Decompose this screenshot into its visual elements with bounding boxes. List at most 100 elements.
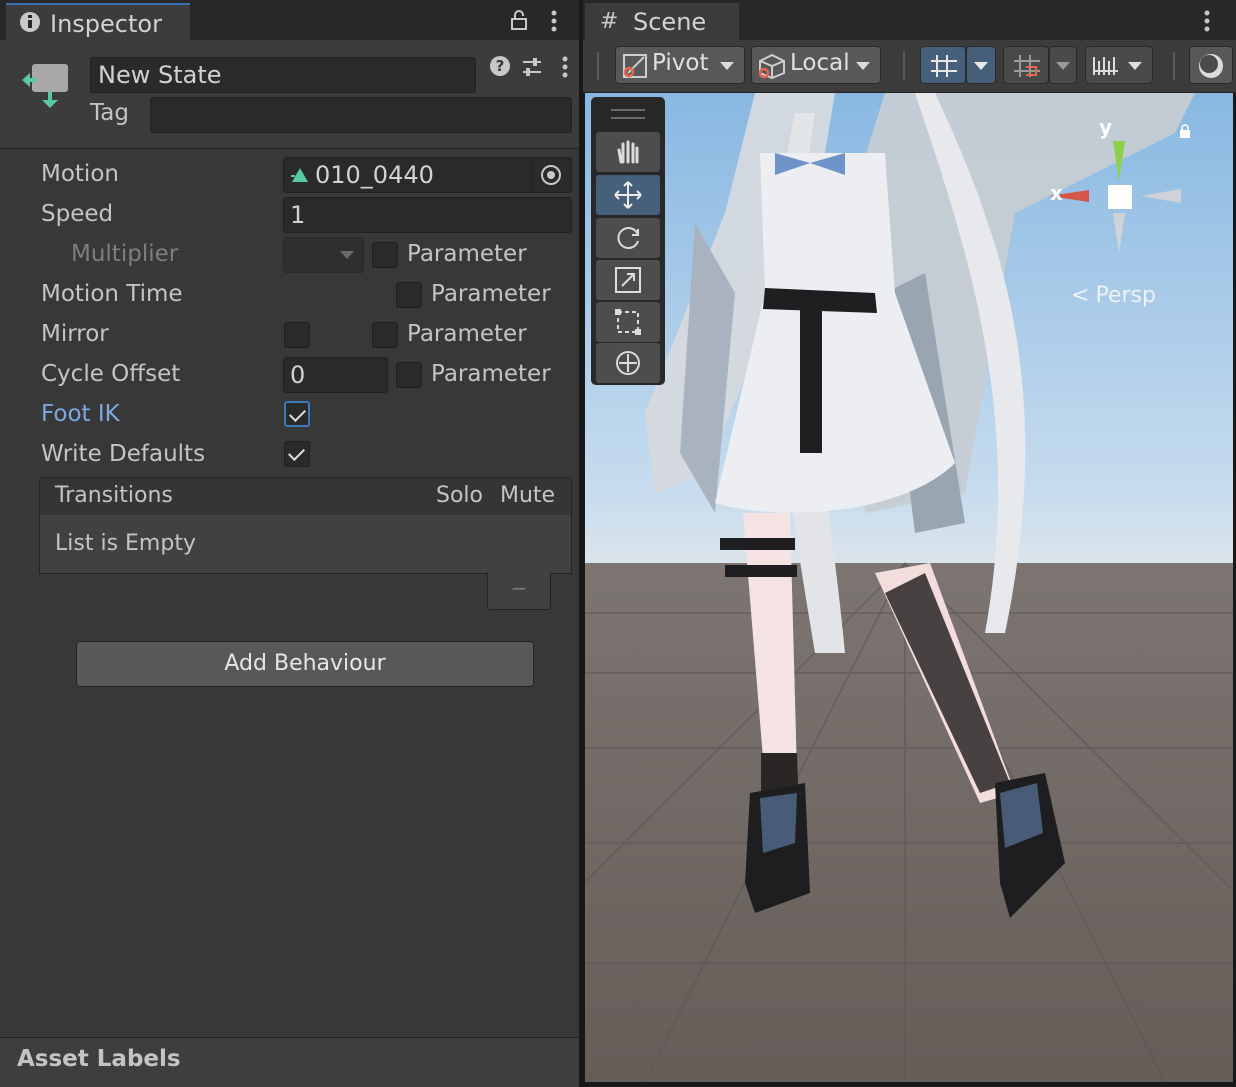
move-tool[interactable] bbox=[596, 175, 660, 215]
tab-scene[interactable]: # Scene bbox=[585, 3, 739, 40]
persp-label[interactable]: < Persp bbox=[1071, 283, 1156, 308]
scale-tool[interactable] bbox=[596, 260, 660, 300]
gizmo-x-label: x bbox=[1050, 181, 1063, 205]
motion-time-label: Motion Time bbox=[41, 281, 183, 307]
animation-clip-icon bbox=[291, 168, 308, 182]
transitions-mute-label: Mute bbox=[500, 483, 556, 508]
help-icon[interactable]: ? bbox=[490, 56, 510, 76]
speed-field[interactable]: 1 bbox=[283, 197, 572, 233]
toolbar-grip bbox=[597, 52, 601, 80]
info-icon bbox=[20, 12, 40, 32]
asset-labels-footer[interactable]: Asset Labels bbox=[0, 1037, 579, 1087]
transitions-solo-label: Solo bbox=[436, 483, 483, 508]
rect-icon bbox=[615, 309, 641, 335]
transitions-empty-text: List is Empty bbox=[55, 531, 196, 556]
increment-snap-dropdown[interactable] bbox=[1049, 46, 1077, 84]
write-defaults-label: Write Defaults bbox=[41, 441, 206, 467]
dropdown-arrow-icon bbox=[340, 251, 354, 259]
pivot-icon bbox=[623, 54, 647, 78]
foot-ik-checkbox[interactable] bbox=[284, 401, 310, 427]
grid-snap-icon bbox=[931, 55, 957, 77]
mirror-parameter-checkbox[interactable] bbox=[372, 322, 398, 348]
cycle-offset-field[interactable]: 0 bbox=[283, 357, 388, 393]
transitions-remove-button[interactable]: − bbox=[487, 573, 551, 610]
transitions-list: List is Empty bbox=[39, 515, 572, 574]
transitions-title: Transitions bbox=[55, 483, 173, 508]
cycle-offset-label: Cycle Offset bbox=[41, 361, 181, 387]
motion-time-parameter-checkbox[interactable] bbox=[396, 282, 422, 308]
component-menu-icon[interactable] bbox=[561, 56, 569, 78]
tool-strip bbox=[591, 97, 665, 385]
speed-label: Speed bbox=[41, 201, 114, 227]
tab-scene-label: Scene bbox=[633, 8, 707, 36]
hand-tool[interactable] bbox=[596, 132, 660, 172]
dropdown-arrow-icon bbox=[720, 62, 734, 70]
scale-icon bbox=[615, 267, 641, 293]
transitions-header: Transitions Solo Mute bbox=[39, 477, 572, 516]
mirror-checkbox[interactable] bbox=[284, 322, 310, 348]
state-header: New State ? Tag bbox=[0, 40, 579, 149]
transform-icon bbox=[616, 351, 640, 375]
mirror-label: Mirror bbox=[41, 321, 109, 347]
mirror-parameter-label: Parameter bbox=[407, 321, 527, 347]
local-cube-icon bbox=[758, 53, 785, 79]
kebab-menu-icon[interactable] bbox=[550, 10, 558, 32]
dropdown-arrow-icon bbox=[974, 62, 988, 70]
dropdown-arrow-icon bbox=[1128, 62, 1142, 70]
shaded-sphere-icon bbox=[1199, 54, 1223, 78]
lock-icon[interactable] bbox=[510, 10, 528, 30]
tag-label: Tag bbox=[90, 100, 129, 126]
multiplier-parameter-checkbox[interactable] bbox=[372, 242, 398, 268]
toolbar-grip bbox=[1173, 52, 1177, 80]
grid-hash-icon: # bbox=[600, 9, 619, 34]
scene-panel: # Scene Pivot Local y x < Persp bbox=[583, 0, 1236, 1086]
preset-icon[interactable] bbox=[521, 56, 543, 78]
scene-toolbar: Pivot Local bbox=[583, 40, 1236, 93]
ruler-icon bbox=[1093, 57, 1118, 75]
draw-mode-button[interactable] bbox=[1189, 46, 1233, 84]
rotate-icon bbox=[617, 227, 639, 249]
motion-label: Motion bbox=[41, 161, 119, 187]
grid-snap-toggle[interactable] bbox=[920, 46, 966, 84]
cycle-offset-parameter-label: Parameter bbox=[431, 361, 551, 387]
local-dropdown[interactable]: Local bbox=[751, 46, 881, 84]
asset-labels-title: Asset Labels bbox=[17, 1046, 181, 1072]
tool-strip-grip[interactable] bbox=[611, 109, 645, 119]
increment-snap-icon bbox=[1014, 55, 1040, 77]
persp-text: Persp bbox=[1095, 283, 1156, 308]
motion-field[interactable]: 010_0440 bbox=[283, 157, 572, 193]
inspector-panel: Inspector New State ? Tag Motion 010_044… bbox=[0, 0, 581, 1087]
hand-icon bbox=[617, 140, 639, 164]
ruler-dropdown[interactable] bbox=[1085, 46, 1153, 84]
scene-render bbox=[585, 93, 1233, 1082]
cycle-offset-parameter-checkbox[interactable] bbox=[396, 362, 422, 388]
gizmo-lock-icon[interactable] bbox=[1179, 123, 1191, 138]
dropdown-arrow-icon bbox=[1056, 62, 1070, 70]
object-picker-icon[interactable] bbox=[541, 165, 561, 185]
gizmo-y-label: y bbox=[1099, 115, 1113, 139]
tag-field[interactable] bbox=[150, 97, 572, 133]
local-label: Local bbox=[790, 50, 850, 76]
pivot-dropdown[interactable]: Pivot bbox=[615, 46, 745, 84]
increment-snap-toggle[interactable] bbox=[1003, 46, 1049, 84]
grid-snap-dropdown[interactable] bbox=[966, 46, 996, 84]
motion-time-parameter-label: Parameter bbox=[431, 281, 551, 307]
rect-tool[interactable] bbox=[596, 302, 660, 342]
pivot-label: Pivot bbox=[652, 50, 709, 76]
write-defaults-checkbox[interactable] bbox=[284, 441, 310, 467]
tab-inspector-label: Inspector bbox=[50, 10, 162, 38]
scene-kebab-menu-icon[interactable] bbox=[1203, 10, 1211, 32]
scene-tab-bar: # Scene bbox=[583, 0, 1236, 40]
state-icon bbox=[20, 60, 72, 112]
scene-viewport[interactable]: y x < Persp bbox=[585, 93, 1233, 1082]
foot-ik-label: Foot IK bbox=[41, 401, 120, 427]
add-behaviour-button[interactable]: Add Behaviour bbox=[76, 641, 534, 687]
tab-inspector[interactable]: Inspector bbox=[6, 3, 190, 40]
multiplier-parameter-label: Parameter bbox=[407, 241, 527, 267]
move-icon bbox=[614, 181, 642, 209]
state-name-field[interactable]: New State bbox=[90, 57, 476, 93]
transform-tool[interactable] bbox=[596, 343, 660, 383]
multiplier-label: Multiplier bbox=[71, 241, 179, 267]
multiplier-dropdown[interactable] bbox=[283, 237, 364, 273]
rotate-tool[interactable] bbox=[596, 218, 660, 258]
